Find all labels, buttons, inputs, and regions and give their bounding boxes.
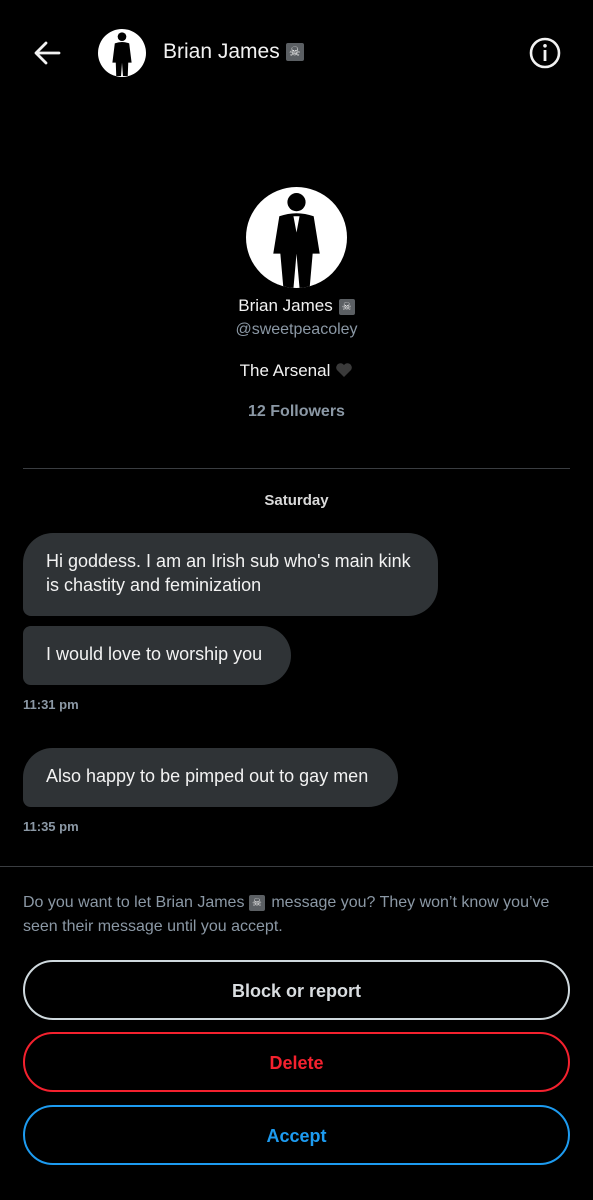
profile-followers[interactable]: 12 Followers: [0, 403, 593, 421]
prompt-text-start: Do you want to let Brian James: [23, 894, 245, 911]
back-arrow-icon[interactable]: [30, 36, 64, 70]
message-bubble[interactable]: Also happy to be pimped out to gay men: [23, 748, 398, 807]
black-heart-icon: [335, 362, 353, 378]
divider: [23, 468, 570, 469]
day-label: Saturday: [264, 492, 329, 509]
message-timestamp: 11:35 pm: [23, 819, 79, 834]
accept-button[interactable]: Accept: [23, 1105, 570, 1165]
divider: [0, 866, 593, 867]
message-bubble[interactable]: I would love to worship you: [23, 626, 291, 685]
message-bubble[interactable]: Hi goddess. I am an Irish sub who's main…: [23, 533, 438, 616]
header-name: Brian James: [163, 40, 280, 63]
message-timestamp: 11:31 pm: [23, 697, 79, 712]
profile-bio-text: The Arsenal: [239, 361, 331, 380]
profile-handle: @sweetpeacoley: [235, 321, 358, 338]
profile-avatar[interactable]: [246, 187, 347, 288]
delete-button[interactable]: Delete: [23, 1032, 570, 1092]
profile-name: Brian James ☠: [0, 296, 593, 316]
skull-badge-icon: ☠: [248, 895, 265, 911]
skull-badge-icon: ☠: [285, 43, 304, 61]
info-icon[interactable]: [528, 36, 562, 70]
block-or-report-button[interactable]: Block or report: [23, 960, 570, 1020]
profile-bio: The Arsenal: [0, 361, 593, 381]
header-avatar[interactable]: [98, 29, 146, 77]
message-request-prompt: Do you want to let Brian James ☠ message…: [23, 891, 573, 939]
profile-name-text: Brian James: [238, 296, 333, 315]
header-title[interactable]: Brian James ☠: [163, 40, 304, 64]
skull-badge-icon: ☠: [338, 299, 355, 315]
